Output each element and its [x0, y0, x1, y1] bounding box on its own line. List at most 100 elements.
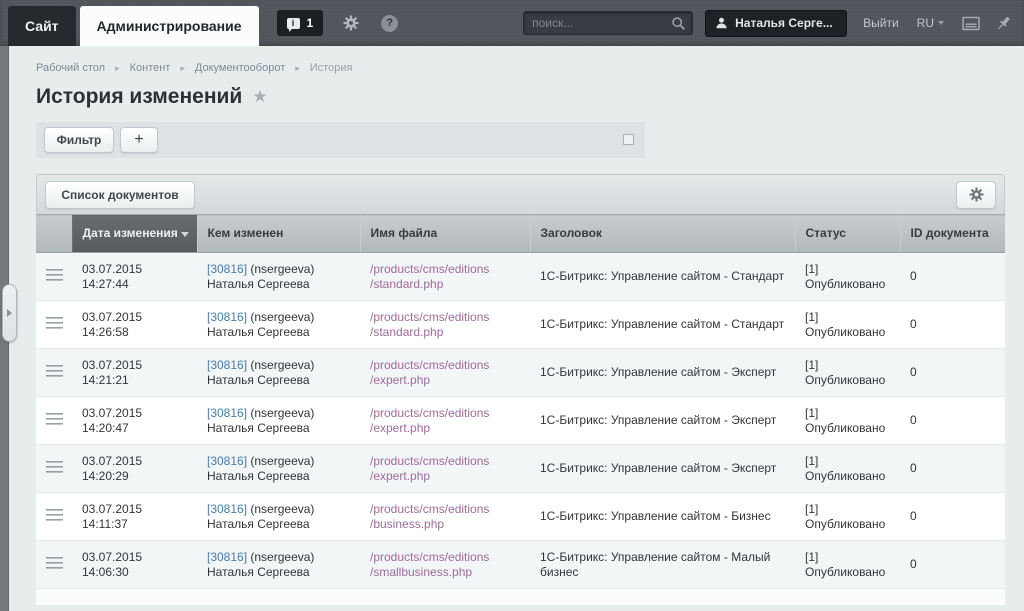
breadcrumb-separator-icon: ▸	[295, 63, 300, 74]
breadcrumb-separator-icon: ▸	[115, 63, 120, 74]
date-cell: 03.07.2015 14:11:37	[72, 493, 197, 541]
title-cell: 1С-Битрикс: Управление сайтом - Малый би…	[530, 541, 795, 589]
file-path-link[interactable]: /products/cms/editions /expert.php	[370, 406, 520, 436]
filter-button[interactable]: Фильтр	[44, 127, 114, 153]
column-header-title[interactable]: Заголовок	[530, 215, 795, 253]
tab-document-list[interactable]: Список документов	[45, 181, 195, 209]
row-menu-icon[interactable]	[46, 317, 63, 329]
row-menu-cell	[36, 301, 72, 349]
search-icon[interactable]	[671, 16, 686, 31]
change-date: 03.07.2015	[82, 502, 187, 517]
user-icon	[715, 16, 728, 30]
user-id-link[interactable]: [30816]	[207, 406, 247, 420]
user-id-link[interactable]: [30816]	[207, 262, 247, 276]
table-row: 03.07.2015 14:27:44 [30816] (nsergeeva) …	[36, 253, 1005, 301]
tab-admin[interactable]: Администрирование	[80, 6, 259, 46]
change-date: 03.07.2015	[82, 358, 187, 373]
history-table: Дата изменения Кем изменен Имя файла Заг…	[36, 214, 1005, 589]
collapse-filter-icon[interactable]	[623, 134, 634, 145]
user-login: (nsergeeva)	[250, 502, 314, 516]
doc-id-cell: 0	[900, 301, 1005, 349]
grid-settings-button[interactable]	[956, 181, 996, 209]
column-header-status[interactable]: Статус	[795, 215, 900, 253]
title-cell: 1С-Битрикс: Управление сайтом - Бизнес	[530, 493, 795, 541]
row-menu-icon[interactable]	[46, 413, 63, 425]
grid-toolbar: Список документов	[36, 174, 1005, 214]
row-menu-icon[interactable]	[46, 269, 63, 281]
user-cell: [30816] (nsergeeva) Наталья Сергеева	[197, 445, 360, 493]
column-header-date[interactable]: Дата изменения	[72, 215, 197, 253]
file-cell: /products/cms/editions /standard.php	[360, 253, 530, 301]
user-menu-button[interactable]: Наталья Серге...	[705, 10, 847, 37]
file-path-link[interactable]: /products/cms/editions /business.php	[370, 502, 520, 532]
documents-grid: Список документов	[36, 174, 1005, 605]
user-id-link[interactable]: [30816]	[207, 358, 247, 372]
title-cell: 1С-Битрикс: Управление сайтом - Эксперт	[530, 445, 795, 493]
table-row: 03.07.2015 14:06:30 [30816] (nsergeeva) …	[36, 541, 1005, 589]
desktop-panel-icon[interactable]	[962, 16, 980, 31]
user-login: (nsergeeva)	[250, 550, 314, 564]
user-id-link[interactable]: [30816]	[207, 310, 247, 324]
breadcrumb-desktop[interactable]: Рабочий стол	[36, 62, 105, 74]
user-fullname: Наталья Сергеева	[207, 373, 350, 388]
help-icon[interactable]: ?	[381, 15, 398, 32]
column-header-doc-id[interactable]: ID документа	[900, 215, 1005, 253]
collapsed-sidebar	[0, 46, 9, 611]
breadcrumb-content[interactable]: Контент	[130, 62, 171, 74]
favorite-star-icon[interactable]: ★	[252, 87, 267, 107]
date-cell: 03.07.2015 14:20:47	[72, 397, 197, 445]
doc-id-cell: 0	[900, 349, 1005, 397]
user-login: (nsergeeva)	[250, 358, 314, 372]
status-cell: [1] Опубликовано	[795, 349, 900, 397]
row-menu-icon[interactable]	[46, 557, 63, 569]
file-path-link[interactable]: /products/cms/editions /smallbusiness.ph…	[370, 550, 520, 580]
title-cell: 1С-Битрикс: Управление сайтом - Эксперт	[530, 349, 795, 397]
column-header-file[interactable]: Имя файла	[360, 215, 530, 253]
table-header-row: Дата изменения Кем изменен Имя файла Заг…	[36, 215, 1005, 253]
file-path-link[interactable]: /products/cms/editions /expert.php	[370, 454, 520, 484]
row-menu-cell	[36, 541, 72, 589]
user-cell: [30816] (nsergeeva) Наталья Сергеева	[197, 541, 360, 589]
table-row: 03.07.2015 14:20:47 [30816] (nsergeeva) …	[36, 397, 1005, 445]
logout-link[interactable]: Выйти	[863, 16, 899, 30]
user-fullname: Наталья Сергеева	[207, 421, 350, 436]
file-path-link[interactable]: /products/cms/editions /expert.php	[370, 358, 520, 388]
column-header-user[interactable]: Кем изменен	[197, 215, 360, 253]
tab-admin-label: Администрирование	[97, 18, 242, 34]
date-cell: 03.07.2015 14:21:21	[72, 349, 197, 397]
row-menu-icon[interactable]	[46, 509, 63, 521]
row-menu-icon[interactable]	[46, 461, 63, 473]
notifications-badge[interactable]: i 1	[277, 10, 324, 36]
change-date: 03.07.2015	[82, 454, 187, 469]
search-input[interactable]	[532, 16, 671, 30]
language-selector[interactable]: RU	[917, 16, 944, 30]
change-date: 03.07.2015	[82, 406, 187, 421]
user-fullname: Наталья Сергеева	[207, 565, 350, 580]
file-cell: /products/cms/editions /standard.php	[360, 301, 530, 349]
user-id-link[interactable]: [30816]	[207, 550, 247, 564]
user-login: (nsergeeva)	[250, 406, 314, 420]
notification-icon: i	[287, 18, 300, 29]
sort-desc-icon	[181, 232, 189, 237]
user-name: Наталья Серге...	[735, 16, 833, 30]
user-id-link[interactable]: [30816]	[207, 454, 247, 468]
table-row: 03.07.2015 14:11:37 [30816] (nsergeeva) …	[36, 493, 1005, 541]
notification-count: 1	[307, 16, 314, 30]
sidebar-toggle[interactable]	[2, 284, 17, 342]
file-path-link[interactable]: /products/cms/editions /standard.php	[370, 310, 520, 340]
user-id-link[interactable]: [30816]	[207, 502, 247, 516]
tab-site[interactable]: Сайт	[8, 6, 76, 46]
pin-icon[interactable]	[995, 15, 1012, 32]
file-path-link[interactable]: /products/cms/editions /standard.php	[370, 262, 520, 292]
settings-gear-icon[interactable]	[343, 15, 359, 31]
change-time: 14:26:58	[82, 325, 187, 340]
breadcrumb-history: История	[310, 62, 353, 74]
row-menu-icon[interactable]	[46, 365, 63, 377]
breadcrumb: Рабочий стол ▸ Контент ▸ Документооборот…	[36, 62, 1005, 74]
breadcrumb-workflow[interactable]: Документооборот	[195, 62, 285, 74]
add-filter-button[interactable]: +	[120, 127, 158, 153]
status-cell: [1] Опубликовано	[795, 493, 900, 541]
chevron-down-icon	[938, 21, 944, 25]
status-cell: [1] Опубликовано	[795, 397, 900, 445]
user-login: (nsergeeva)	[250, 310, 314, 324]
